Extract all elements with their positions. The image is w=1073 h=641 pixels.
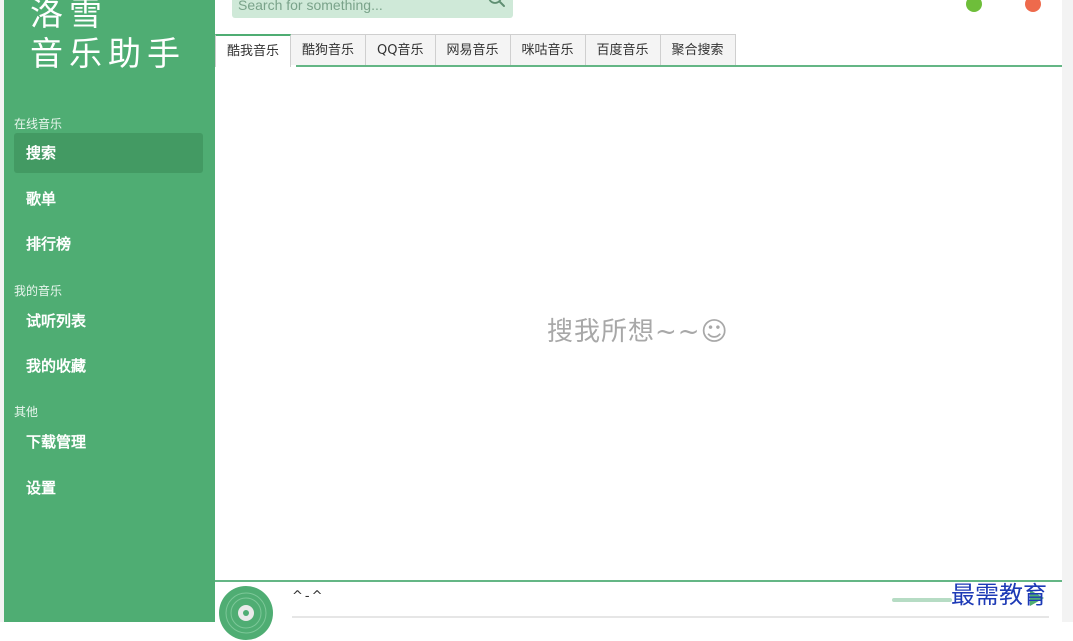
- sidebar-item-playlists[interactable]: 歌单: [14, 179, 203, 219]
- sidebar-item-listen-list[interactable]: 试听列表: [14, 301, 203, 341]
- sidebar-item-downloads[interactable]: 下载管理: [14, 422, 203, 462]
- right-edge: [1062, 0, 1073, 622]
- track-title: ^-^: [292, 589, 325, 604]
- tab-underline: [296, 65, 1062, 67]
- watermark: 最需教育: [951, 581, 1047, 609]
- search-input[interactable]: [238, 0, 478, 17]
- sidebar-item-charts[interactable]: 排行榜: [14, 224, 203, 264]
- empty-search-message: 搜我所想~~☺: [547, 317, 729, 347]
- search-bar: [232, 0, 513, 18]
- minimize-button[interactable]: [966, 0, 982, 12]
- logo-line1: 洛雪: [30, 0, 108, 33]
- section-online-music: 在线音乐: [14, 117, 63, 131]
- section-my-music: 我的音乐: [14, 284, 63, 298]
- source-tabs: 酷我音乐 酷狗音乐 QQ音乐 网易音乐 咪咕音乐 百度音乐 聚合搜索: [215, 34, 736, 67]
- sidebar: 洛雪 音乐助手 在线音乐 搜索 歌单 排行榜 我的音乐 试听列表 我的收藏 其他…: [4, 0, 215, 622]
- logo-line2: 音乐助手: [30, 34, 186, 73]
- tab-migu[interactable]: 咪咕音乐: [510, 34, 586, 65]
- tab-kuwo[interactable]: 酷我音乐: [215, 34, 292, 67]
- search-icon[interactable]: [486, 0, 508, 10]
- app-logo: 洛雪 音乐助手: [30, 0, 210, 74]
- sidebar-item-settings[interactable]: 设置: [14, 468, 203, 508]
- player-divider: [215, 580, 1062, 582]
- tab-aggregate[interactable]: 聚合搜索: [660, 34, 736, 65]
- tab-netease[interactable]: 网易音乐: [435, 34, 511, 65]
- tab-baidu[interactable]: 百度音乐: [585, 34, 661, 65]
- volume-slider[interactable]: [892, 598, 952, 602]
- close-button[interactable]: [1025, 0, 1041, 12]
- section-other: 其他: [14, 405, 39, 419]
- app-window: 洛雪 音乐助手 在线音乐 搜索 歌单 排行榜 我的音乐 试听列表 我的收藏 其他…: [0, 0, 1062, 640]
- sidebar-item-favorites[interactable]: 我的收藏: [14, 346, 203, 386]
- sidebar-item-search[interactable]: 搜索: [14, 133, 203, 173]
- disc-icon[interactable]: [218, 585, 274, 641]
- progress-bar[interactable]: [292, 616, 1049, 618]
- tab-qq[interactable]: QQ音乐: [366, 34, 436, 65]
- tab-kugou[interactable]: 酷狗音乐: [291, 34, 367, 65]
